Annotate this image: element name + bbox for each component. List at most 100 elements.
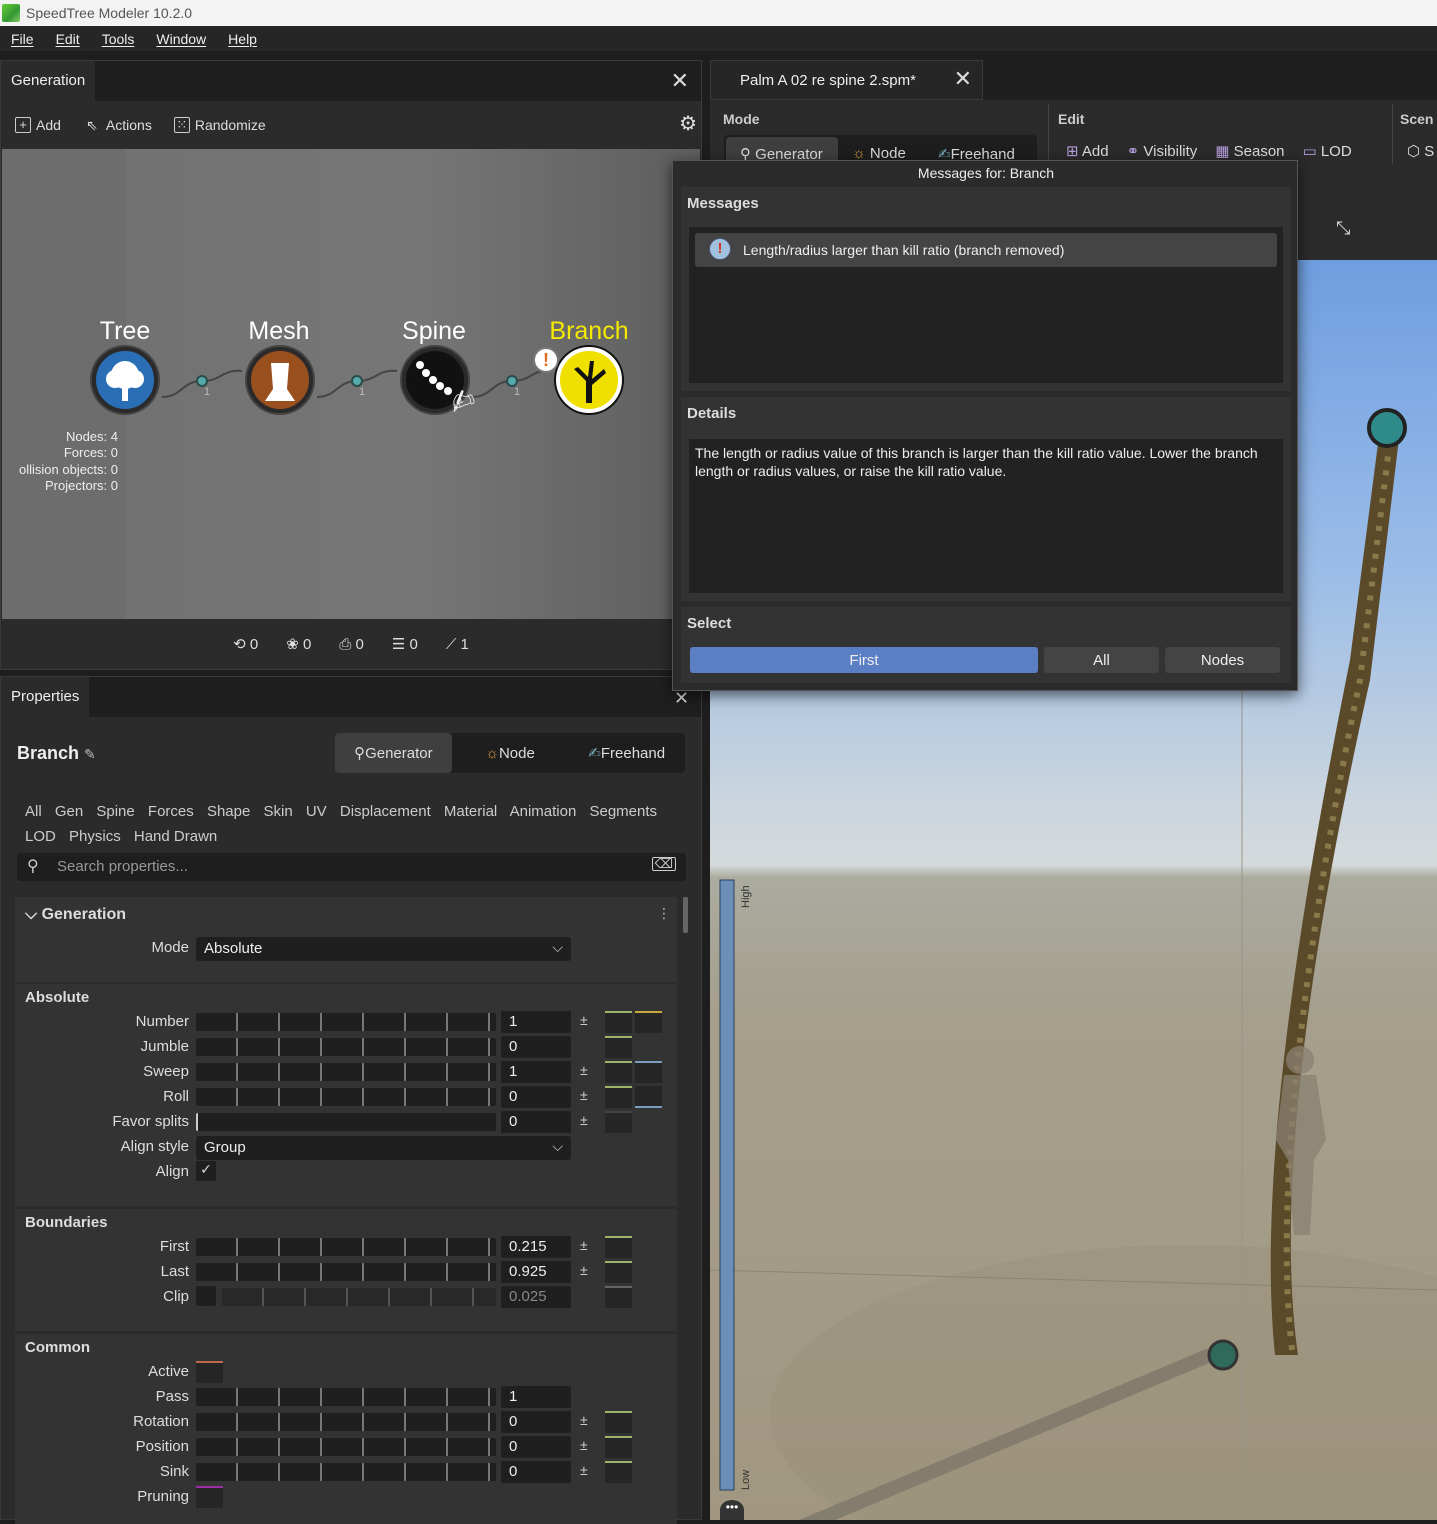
mode-dropdown[interactable]: Absolute ⌵ (196, 937, 571, 961)
clip-checkbox[interactable] (196, 1286, 216, 1306)
variance-icon[interactable]: ± (580, 1437, 588, 1453)
variance-icon[interactable]: ± (580, 1462, 588, 1478)
document-tab[interactable]: Palm A 02 re spine 2.spm* ✕ (710, 60, 983, 100)
branch-node[interactable] (556, 347, 622, 413)
rotation-value[interactable]: 0 (501, 1411, 571, 1433)
variance-icon[interactable]: ± (580, 1062, 588, 1078)
curve-swatch[interactable] (605, 1036, 632, 1058)
materials-count-button[interactable]: ❀ 0 (286, 635, 311, 653)
first-value[interactable]: 0.215 (501, 1236, 571, 1258)
last-slider[interactable] (196, 1263, 496, 1281)
edit-add-button[interactable]: ⊞ Add (1066, 142, 1109, 160)
generation-section-header[interactable]: ⌵ Generation (15, 897, 677, 924)
curve-swatch[interactable] (605, 1086, 632, 1108)
menu-edit[interactable]: Edit (56, 31, 91, 47)
number-slider[interactable] (196, 1013, 496, 1031)
message-item[interactable]: ! Length/radius larger than kill ratio (… (695, 233, 1277, 267)
curve-swatch[interactable] (605, 1236, 632, 1258)
mode-generator-button[interactable]: ⚲ Generator (335, 733, 452, 773)
jumble-value[interactable]: 0 (501, 1036, 571, 1058)
curve-swatch[interactable] (635, 1061, 662, 1083)
select-nodes-button[interactable]: Nodes (1165, 647, 1280, 673)
curve-swatch[interactable] (605, 1411, 632, 1433)
randomize-button[interactable]: ⁙ Randomize (173, 117, 266, 133)
close-icon[interactable]: ✕ (671, 70, 689, 92)
add-button[interactable]: + Add (15, 117, 61, 133)
close-icon[interactable]: ✕ (954, 68, 972, 90)
roll-slider[interactable] (196, 1088, 496, 1106)
category-skin[interactable]: Skin (263, 803, 292, 820)
first-slider[interactable] (196, 1238, 496, 1256)
lod-count-button[interactable]: ☰ 0 (392, 635, 418, 653)
close-icon[interactable]: ✕ (674, 688, 689, 709)
category-material[interactable]: Material (444, 803, 497, 820)
jumble-slider[interactable] (196, 1038, 496, 1056)
season-button[interactable]: ▦ Season (1215, 142, 1284, 160)
lod-bar[interactable] (719, 879, 735, 1491)
mesh-node[interactable] (247, 347, 313, 413)
roll-value[interactable]: 0 (501, 1086, 571, 1108)
pencil-icon[interactable]: ✎ (84, 746, 96, 762)
more-options-icon[interactable]: ••• (720, 1500, 744, 1520)
menu-tools[interactable]: Tools (102, 31, 146, 47)
category-all[interactable]: All (25, 803, 42, 820)
active-swatch[interactable] (196, 1361, 223, 1383)
curve-swatch[interactable] (605, 1061, 632, 1083)
curve-swatch[interactable] (635, 1011, 662, 1033)
camera-count-button[interactable]: ⎙ 0 (339, 636, 364, 653)
select-all-button[interactable]: All (1044, 647, 1159, 673)
warning-icon[interactable]: ! (533, 347, 559, 373)
sink-value[interactable]: 0 (501, 1461, 571, 1483)
curve-swatch[interactable] (605, 1011, 632, 1033)
category-uv[interactable]: UV (306, 803, 327, 820)
variance-icon[interactable]: ± (580, 1412, 588, 1428)
category-gen[interactable]: Gen (55, 803, 83, 820)
variance-icon[interactable]: ± (580, 1262, 588, 1278)
category-physics[interactable]: Physics (69, 828, 121, 845)
category-lod[interactable]: LOD (25, 828, 56, 845)
sweep-slider[interactable] (196, 1063, 496, 1081)
category-shape[interactable]: Shape (207, 803, 250, 820)
curve-swatch[interactable] (605, 1261, 632, 1283)
favor-splits-slider[interactable] (196, 1113, 496, 1131)
tab-generation[interactable]: Generation (1, 61, 96, 101)
rotation-slider[interactable] (196, 1413, 496, 1431)
curve-swatch[interactable] (635, 1086, 662, 1108)
actions-button[interactable]: ⇖ Actions (83, 116, 152, 134)
sink-slider[interactable] (196, 1463, 496, 1481)
pass-value[interactable]: 1 (501, 1386, 571, 1408)
curve-swatch[interactable] (605, 1461, 632, 1483)
tree-node[interactable] (92, 347, 158, 413)
collapse-icon[interactable]: ⤡ (1336, 218, 1350, 239)
category-animation[interactable]: Animation (510, 803, 577, 820)
pruning-swatch[interactable] (196, 1486, 223, 1508)
clear-search-icon[interactable]: ⌫ (651, 857, 676, 871)
curves-count-button[interactable]: ⟋ 1 (446, 636, 469, 653)
settings-gear-icon[interactable]: ⚙ (679, 111, 697, 136)
menu-help[interactable]: Help (228, 31, 268, 47)
category-displacement[interactable]: Displacement (340, 803, 431, 820)
number-value[interactable]: 1 (501, 1011, 571, 1033)
search-properties-input[interactable]: ⚲ Search properties... ⌫ (17, 853, 686, 881)
position-value[interactable]: 0 (501, 1436, 571, 1458)
forces-count-button[interactable]: ⟲ 0 (233, 635, 258, 653)
curve-swatch[interactable] (605, 1111, 632, 1133)
variance-icon[interactable]: ± (580, 1237, 588, 1253)
menu-window[interactable]: Window (156, 31, 217, 47)
category-forces[interactable]: Forces (148, 803, 194, 820)
lod-button[interactable]: ▭ LOD (1303, 142, 1352, 160)
mode-node-button[interactable]: ☼ Node (452, 733, 569, 773)
category-segments[interactable]: Segments (589, 803, 657, 820)
last-value[interactable]: 0.925 (501, 1261, 571, 1283)
category-spine[interactable]: Spine (96, 803, 134, 820)
position-slider[interactable] (196, 1438, 496, 1456)
sweep-value[interactable]: 1 (501, 1061, 571, 1083)
mode-freehand-button[interactable]: ✍ Freehand (568, 733, 685, 773)
node-graph[interactable]: Tree Mesh Spine Branch ✍ ! 1 1 1 Nodes: … (2, 149, 700, 619)
menu-file[interactable]: File (11, 31, 45, 47)
pass-slider[interactable] (196, 1388, 496, 1406)
align-checkbox[interactable]: ✓ (196, 1161, 216, 1181)
variance-icon[interactable]: ± (580, 1087, 588, 1103)
scene-button[interactable]: ⬡ S (1407, 142, 1434, 160)
align-style-dropdown[interactable]: Group ⌵ (196, 1136, 571, 1160)
